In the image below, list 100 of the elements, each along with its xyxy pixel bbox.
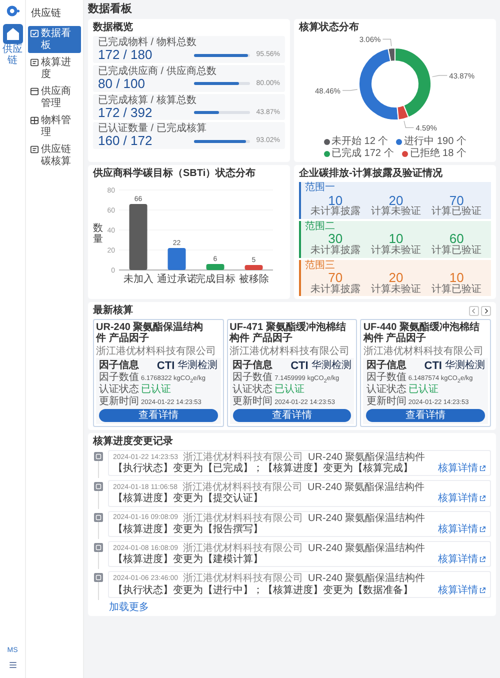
info-label: 认证状态 (366, 384, 406, 396)
logo-text: CTI (424, 360, 442, 372)
company-name: 浙江港优材料科技有限公司 (363, 346, 484, 357)
load-more-link[interactable]: 加载更多 (109, 602, 491, 613)
sidebar-item[interactable]: 物料管理 (28, 113, 81, 140)
metric-label: 计算已验证 (432, 207, 482, 218)
entry-company: 浙江港优材料科技有限公司 (183, 542, 303, 554)
metric-value: 70 (449, 194, 464, 208)
info-label: 因子数值 (99, 372, 139, 384)
metric-label: 计算已验证 (432, 284, 482, 296)
category-label: 被移除 (238, 274, 269, 286)
details-link[interactable]: 核算详情 (438, 463, 486, 474)
external-link-icon (479, 586, 486, 594)
info-label: 认证状态 (232, 384, 273, 396)
sidebar-item[interactable]: 供应商管理 (28, 84, 81, 111)
entry-company: 浙江港优材料科技有限公司 (183, 512, 303, 524)
logo-text: CTI (290, 360, 308, 372)
category-label: 完成目标 (195, 274, 236, 286)
category-label: 通过承诺 (156, 274, 197, 286)
change-text: 【执行状态】变更为【已完成】；【核算进度】变更为【核算完成】 (113, 463, 413, 474)
stat-value: 160 / 172 (98, 134, 154, 148)
entry-product: UR-240 聚氨酯保温结构件 (308, 512, 426, 524)
company-name: 浙江港优材料科技有限公司 (96, 346, 217, 357)
change-text: 【执行状态】变更为【进行中】；【核算进度】变更为【数据准备】 (113, 584, 413, 596)
info-label: 认证状态 (99, 384, 139, 396)
entry-product: UR-240 聚氨酯保温结构件 (308, 452, 426, 463)
stat-label: 已完成供应商 / 供应商总数 (98, 66, 218, 77)
info-title: 因子信息 (366, 360, 408, 372)
info-title: 因子信息 (99, 360, 140, 372)
card-title: 企业碳排放-计算披露及验证情况 (299, 168, 444, 180)
metric-label: 未计算披露 (310, 207, 360, 218)
info-label: 更新时间 (366, 396, 406, 407)
change-text: 【核算进度】变更为【提交认证】 (113, 493, 263, 505)
details-link[interactable]: 核算详情 (438, 584, 486, 596)
chevron-left-icon (471, 308, 477, 314)
chart-title: 供应商科学碳目标（SBTi）状态分布 (93, 168, 257, 180)
details-button[interactable]: 查看详情 (232, 408, 352, 422)
sidebar-title: 供应链 (31, 6, 62, 20)
entry-company: 浙江港优材料科技有限公司 (183, 573, 303, 584)
home-icon (2, 24, 22, 44)
sidebar-item[interactable]: 供应链碳核算 (28, 142, 81, 169)
metric-label: 计算未验证 (370, 284, 421, 296)
info-label: 因子数值 (366, 372, 406, 384)
change-text: 【核算进度】变更为【建模计算】 (113, 554, 263, 566)
previous-button[interactable] (469, 306, 479, 316)
details-link[interactable]: 核算详情 (438, 493, 486, 505)
external-link-icon (479, 526, 486, 533)
metric-value: 10 (449, 271, 464, 285)
leader-line (382, 39, 392, 47)
info-value: 已认证 (408, 384, 438, 396)
entry-company: 浙江港优材料科技有限公司 (183, 452, 303, 463)
legend-label: 进行中 190 个 (404, 136, 466, 148)
metric-value: 30 (328, 232, 343, 246)
section-title: 核算进度变更记录 (93, 436, 174, 448)
page-title: 数据看板 (88, 2, 133, 16)
info-value: 已认证 (141, 384, 171, 396)
legend-label: 未开始 12 个 (332, 136, 388, 148)
scope-label: 范围一 (305, 183, 336, 194)
details-link[interactable]: 核算详情 (438, 554, 486, 566)
metric-label: 计算未验证 (370, 207, 421, 218)
info-label: 因子数值 (232, 372, 273, 384)
info-label: 更新时间 (99, 396, 139, 407)
metric-label: 计算已验证 (432, 246, 482, 257)
entry-product: UR-240 聚氨酯保温结构件 (308, 573, 426, 584)
chevron-right-icon (483, 308, 489, 314)
external-link-icon (479, 556, 486, 564)
next-button[interactable] (481, 306, 491, 316)
entry-product: UR-240 聚氨酯保温结构件 (308, 542, 426, 554)
legend-label: 已完成 172 个 (332, 148, 394, 160)
info-title: 因子信息 (232, 360, 274, 372)
category-label: 未加入 (123, 274, 154, 286)
progress-bar (194, 140, 250, 143)
grid-icon (30, 116, 39, 125)
progress-bar (194, 82, 250, 86)
metric-value: 10 (388, 232, 404, 246)
change-text: 【核算进度】变更为【报告撰写】 (113, 524, 263, 535)
details-button[interactable]: 查看详情 (99, 408, 218, 422)
sidebar-item[interactable]: 核算进度 (28, 55, 81, 82)
entry-company: 浙江港优材料科技有限公司 (182, 482, 302, 494)
logo-text: CTI (156, 360, 175, 372)
sidebar-item[interactable]: 数据看板 (28, 26, 81, 53)
menu-icon[interactable] (8, 660, 18, 670)
external-link-icon (479, 465, 486, 472)
rail-item[interactable]: 供应链 (0, 24, 24, 66)
factor-title: UF-440 聚氨酯缓冲泡棉结构件 产品因子 (363, 322, 480, 345)
metric-value: 70 (328, 271, 343, 285)
legend-label: 已拒绝 18 个 (410, 148, 466, 160)
stat-label: 已完成物料 / 物料总数 (98, 37, 198, 48)
details-link[interactable]: 核算详情 (438, 524, 486, 535)
info-label: 更新时间 (232, 396, 273, 407)
progress-bar (194, 110, 250, 114)
logo-icon (6, 4, 20, 18)
metric-label: 未计算披露 (310, 284, 360, 296)
details-button[interactable]: 查看详情 (366, 408, 485, 422)
metric-value: 20 (388, 271, 404, 285)
entry-product: UR-240 聚氨酯保温结构件 (307, 482, 425, 494)
external-link-icon (479, 495, 486, 502)
section-title: 最新核算 (93, 305, 133, 318)
progress-bar (194, 54, 250, 57)
metric-value: 20 (388, 194, 404, 208)
